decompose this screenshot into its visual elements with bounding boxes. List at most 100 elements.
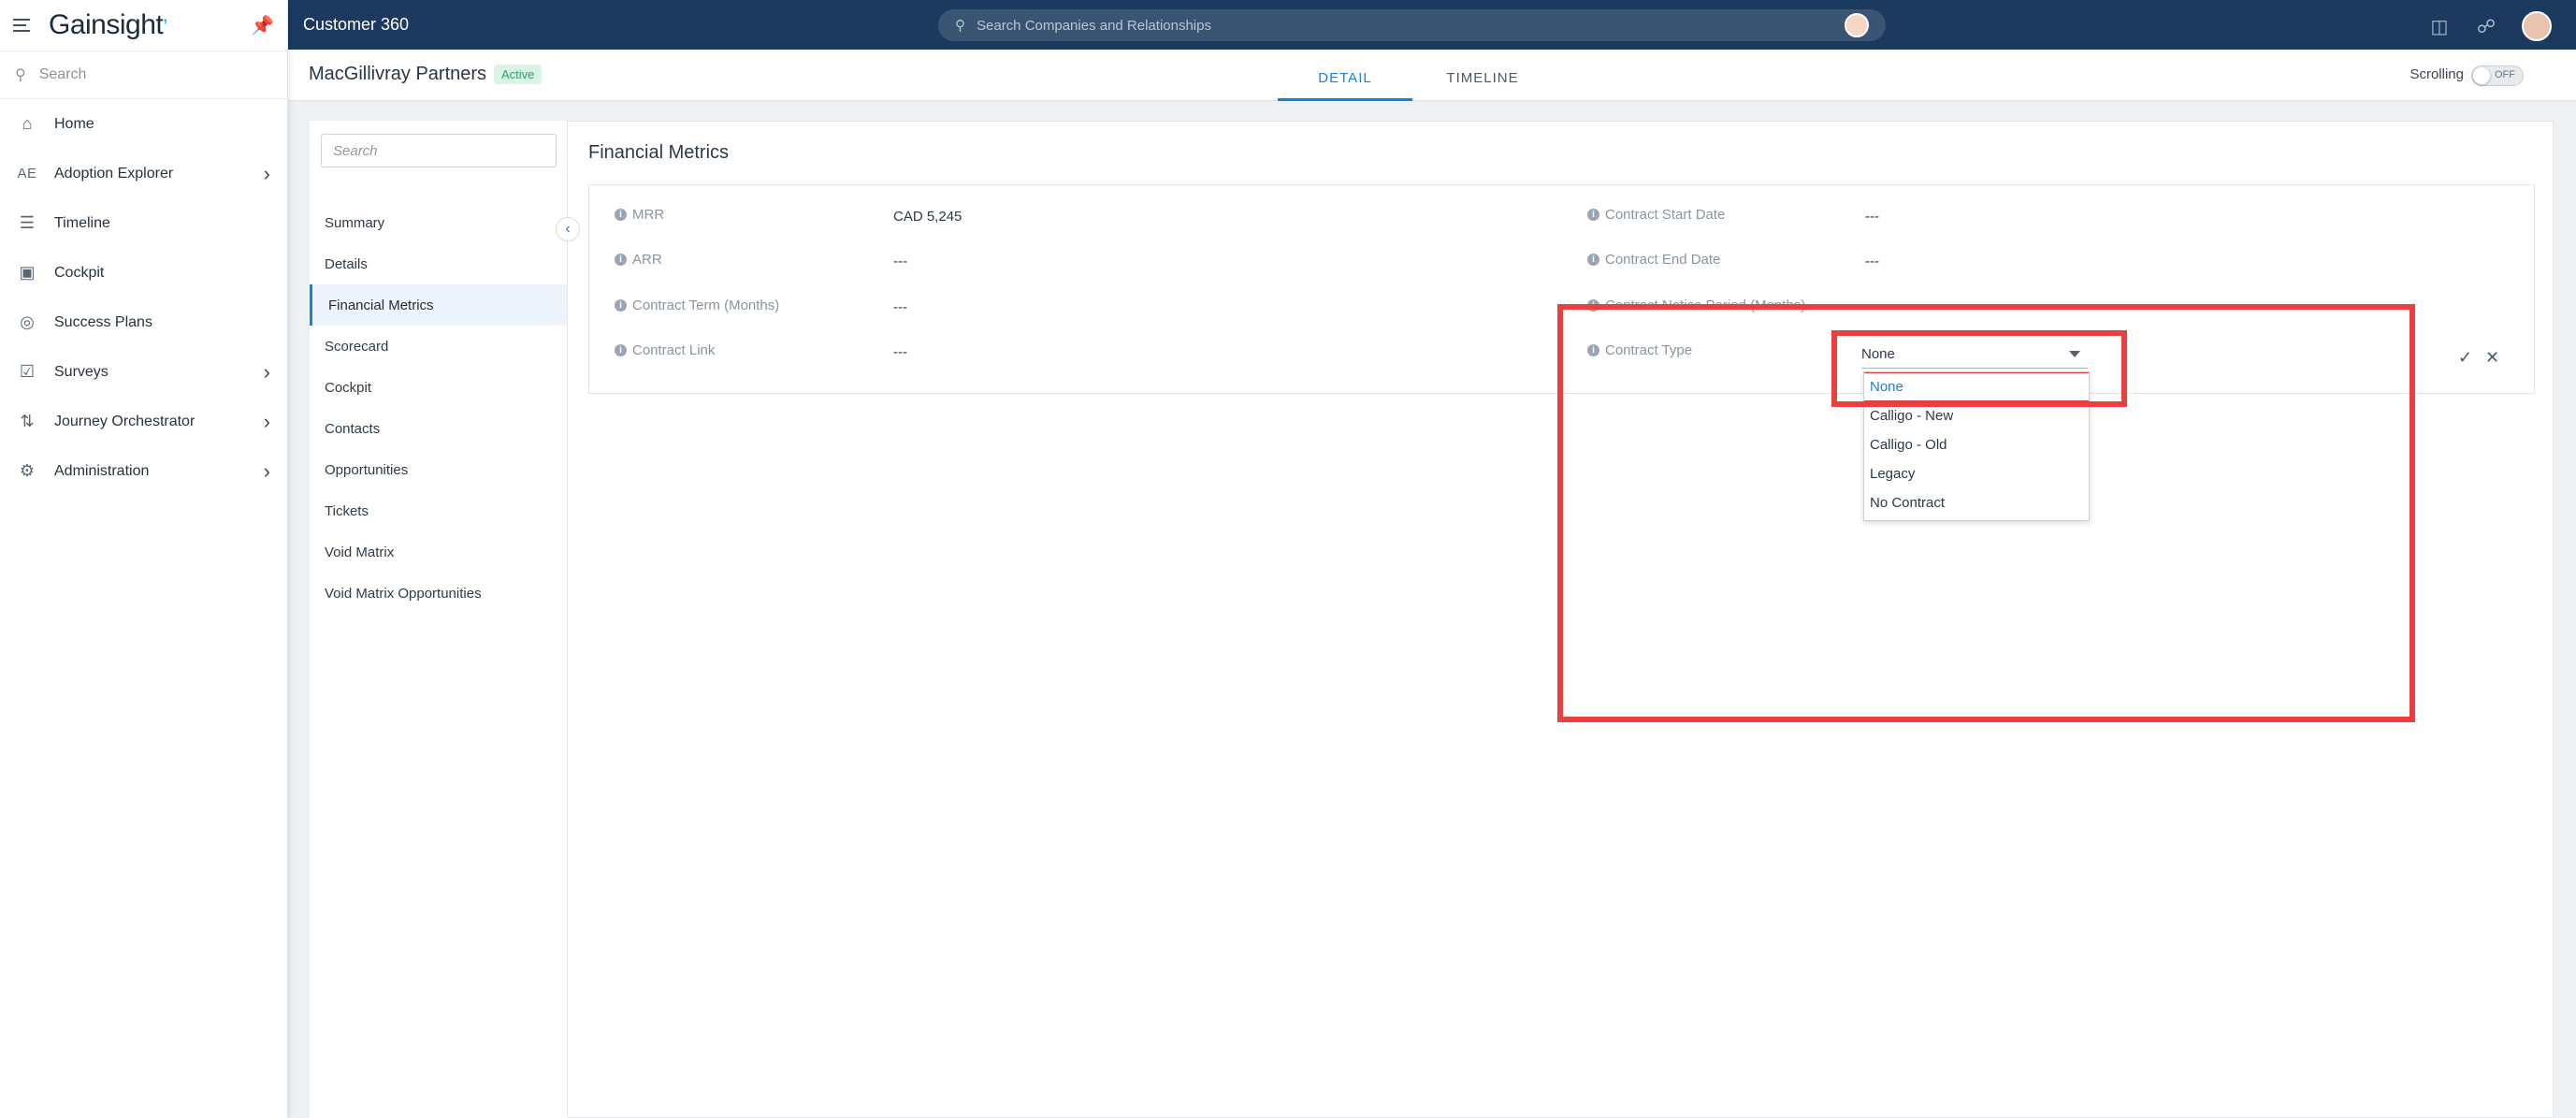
- field-value-contract-link[interactable]: ---: [893, 344, 907, 360]
- section-nav-financial-metrics[interactable]: Financial Metrics: [310, 284, 567, 326]
- chevron-right-icon: ›: [263, 409, 270, 433]
- tab-timeline[interactable]: TIMELINE: [1422, 70, 1543, 101]
- toggle-state: OFF: [2495, 69, 2515, 80]
- app-title: Customer 360: [303, 15, 410, 34]
- sidebar-item-label: Surveys: [54, 363, 109, 380]
- sidebar-item-journey-orchestrator[interactable]: ⇅ Journey Orchestrator ›: [0, 397, 287, 446]
- sidebar-item-administration[interactable]: ⚙ Administration ›: [0, 446, 287, 496]
- sidebar-item-label: Timeline: [54, 214, 110, 231]
- field-label-mrr: i MRR: [615, 207, 664, 223]
- chevron-right-icon: ›: [263, 458, 270, 483]
- ae-icon: AE: [17, 166, 37, 181]
- field-label-arr: i ARR: [615, 252, 662, 268]
- info-icon[interactable]: i: [1587, 299, 1599, 312]
- info-icon[interactable]: i: [615, 344, 627, 356]
- globe-icon[interactable]: ☍: [2475, 15, 2497, 37]
- info-icon[interactable]: i: [615, 299, 627, 312]
- section-nav: Search Summary Details Financial Metrics…: [310, 121, 568, 1118]
- section-nav-summary[interactable]: Summary: [310, 202, 567, 243]
- global-search-input[interactable]: ⚲ Search Companies and Relationships: [938, 9, 1886, 41]
- field-value-arr[interactable]: ---: [893, 254, 907, 269]
- scrolling-toggle[interactable]: OFF: [2471, 65, 2524, 86]
- dropdown-option-calligo-new[interactable]: Calligo - New: [1864, 401, 2089, 430]
- user-avatar[interactable]: [2522, 11, 2552, 41]
- status-badge: Active: [494, 65, 543, 84]
- target-icon: ◎: [20, 312, 35, 331]
- scrolling-label: Scrolling: [2410, 66, 2464, 82]
- field-value-contract-start-date[interactable]: ---: [1865, 209, 1879, 225]
- section-nav-void-matrix-opportunities[interactable]: Void Matrix Opportunities: [310, 573, 567, 614]
- field-label-contract-notice-period: i Contract Notice Period (Months): [1587, 298, 1805, 313]
- info-icon[interactable]: i: [1587, 209, 1599, 221]
- gear-icon: ⚙: [19, 461, 36, 480]
- company-header: MacGillivray Partners Active DETAIL TIME…: [288, 50, 2576, 101]
- cancel-close-icon[interactable]: ✕: [2485, 348, 2499, 368]
- top-bar: Customer 360 ⚲ Search Companies and Rela…: [288, 0, 2576, 50]
- sidebar-item-timeline[interactable]: ☰ Timeline: [0, 198, 287, 248]
- section-nav-scorecard[interactable]: Scorecard: [310, 326, 567, 367]
- journey-icon: ⇅: [20, 412, 35, 430]
- info-icon[interactable]: i: [1587, 344, 1599, 356]
- section-title: Financial Metrics: [588, 142, 730, 163]
- sidebar-item-adoption-explorer[interactable]: AE Adoption Explorer ›: [0, 149, 287, 198]
- top-bar-icons: ◫ ☍: [2428, 11, 2552, 41]
- search-user-avatar[interactable]: [1845, 13, 1869, 37]
- section-nav-cockpit[interactable]: Cockpit: [310, 367, 567, 408]
- field-label-contract-link: i Contract Link: [615, 342, 715, 358]
- info-icon[interactable]: i: [1587, 254, 1599, 266]
- section-nav-void-matrix[interactable]: Void Matrix: [310, 531, 567, 573]
- dropdown-option-legacy[interactable]: Legacy: [1864, 459, 2089, 488]
- home-icon: ⌂: [22, 114, 33, 133]
- pin-icon[interactable]: 📌: [251, 14, 274, 37]
- section-nav-contacts[interactable]: Contacts: [310, 408, 567, 449]
- sidebar-item-label: Adoption Explorer: [54, 165, 174, 181]
- info-icon[interactable]: i: [615, 209, 627, 221]
- search-icon: ⚲: [15, 67, 26, 83]
- field-label-contract-term: i Contract Term (Months): [615, 298, 779, 313]
- dropdown-option-none[interactable]: None: [1864, 372, 2089, 401]
- sidebar-item-label: Home: [54, 115, 94, 132]
- sidebar-item-label: Administration: [54, 462, 150, 479]
- search-icon: ⚲: [955, 18, 965, 34]
- dropdown-option-no-contract[interactable]: No Contract: [1864, 488, 2089, 517]
- section-nav-tickets[interactable]: Tickets: [310, 490, 567, 531]
- survey-icon: ☑: [19, 362, 36, 381]
- global-search-placeholder: Search Companies and Relationships: [977, 17, 1211, 34]
- field-label-contract-end-date: i Contract End Date: [1587, 252, 1720, 268]
- sidebar-search[interactable]: ⚲ Search: [0, 51, 287, 99]
- financial-metrics-card: [588, 184, 2535, 394]
- tab-detail[interactable]: DETAIL: [1278, 70, 1412, 101]
- book-icon[interactable]: ◫: [2428, 15, 2451, 37]
- menu-icon[interactable]: [13, 15, 34, 36]
- chevron-right-icon: ›: [263, 161, 270, 185]
- gainsight-logo[interactable]: Gainsight’: [49, 9, 167, 41]
- sidebar-item-home[interactable]: ⌂ Home: [0, 99, 287, 149]
- sidebar-item-label: Success Plans: [54, 313, 152, 330]
- contract-type-dropdown: None Calligo - New Calligo - Old Legacy …: [1863, 371, 2090, 521]
- sidebar-item-cockpit[interactable]: ▣ Cockpit: [0, 248, 287, 298]
- company-name: MacGillivray Partners: [309, 64, 487, 84]
- sidebar-item-label: Journey Orchestrator: [54, 413, 195, 429]
- field-label-contract-type: i Contract Type: [1587, 342, 1692, 358]
- cockpit-icon: ▣: [19, 263, 36, 282]
- collapse-nav-button[interactable]: ‹: [556, 217, 580, 241]
- timeline-icon: ☰: [19, 213, 36, 232]
- toggle-knob: [2473, 67, 2490, 84]
- contract-type-select[interactable]: None: [1861, 346, 2088, 369]
- contract-type-selected-value: None: [1861, 346, 1895, 362]
- section-nav-opportunities[interactable]: Opportunities: [310, 449, 567, 490]
- info-icon[interactable]: i: [615, 254, 627, 266]
- sidebar-item-success-plans[interactable]: ◎ Success Plans: [0, 298, 287, 347]
- confirm-check-icon[interactable]: ✓: [2458, 348, 2472, 368]
- field-value-mrr[interactable]: CAD 5,245: [893, 209, 962, 225]
- field-value-contract-end-date[interactable]: ---: [1865, 254, 1879, 269]
- sidebar-item-surveys[interactable]: ☑ Surveys ›: [0, 347, 287, 397]
- left-sidebar: Gainsight’ 📌 ⚲ Search ⌂ Home AE Adoption…: [0, 0, 288, 1118]
- caret-down-icon: [2069, 351, 2080, 357]
- section-nav-details[interactable]: Details: [310, 243, 567, 284]
- dropdown-option-calligo-old[interactable]: Calligo - Old: [1864, 430, 2089, 459]
- sidebar-search-placeholder: Search: [38, 66, 87, 82]
- chevron-right-icon: ›: [263, 359, 270, 384]
- field-value-contract-term[interactable]: ---: [893, 299, 907, 315]
- section-search-input[interactable]: Search: [321, 134, 557, 167]
